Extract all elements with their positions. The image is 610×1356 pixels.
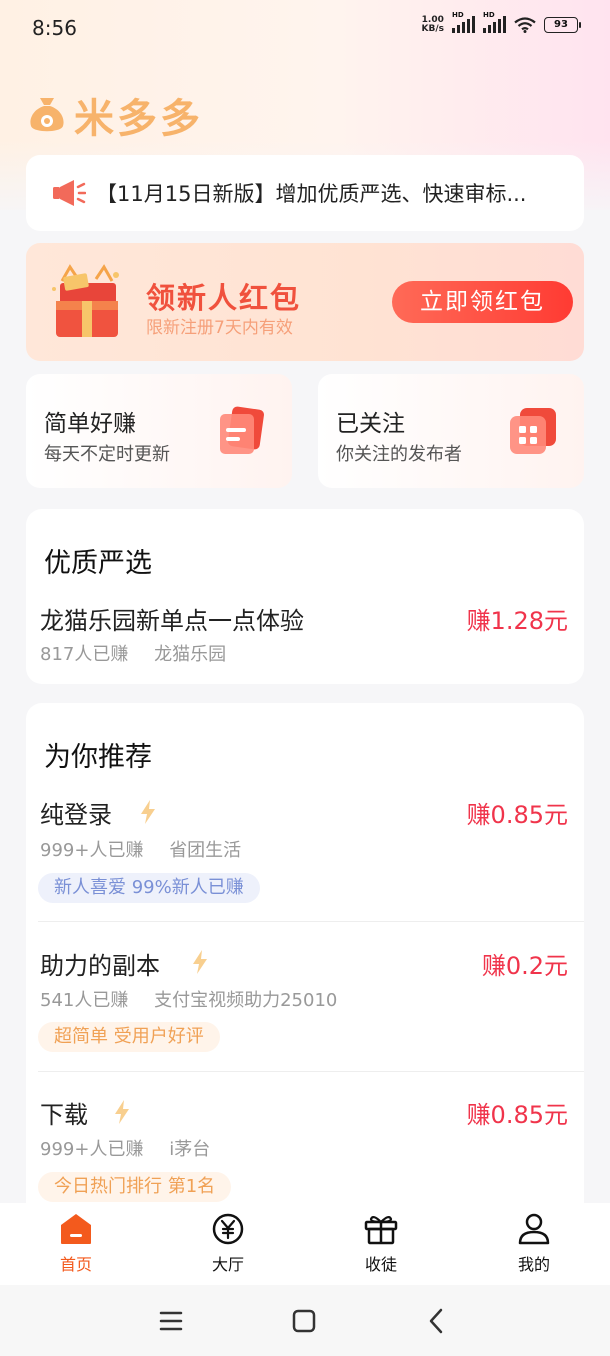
net-speed-unit: KB/s bbox=[421, 24, 444, 34]
home-square-icon[interactable] bbox=[284, 1303, 324, 1339]
lightning-icon bbox=[193, 950, 207, 974]
new-user-title: 领新人红包 bbox=[146, 281, 302, 315]
wifi-icon bbox=[514, 17, 536, 33]
divider bbox=[38, 921, 584, 922]
divider bbox=[38, 1071, 584, 1072]
tab-mine-label: 我的 bbox=[517, 1255, 550, 1274]
easy-earn-card[interactable]: 简单好赚 每天不定时更新 bbox=[26, 374, 292, 488]
task-meta: 999+人已赚 i茅台 bbox=[40, 1135, 230, 1161]
following-title: 已关注 bbox=[336, 411, 405, 437]
signal-sim2-icon: HD bbox=[483, 11, 506, 33]
recommend-section: 为你推荐 纯登录 赚0.85元 999+人已赚 省团生活 新人喜爱 99%新人已… bbox=[26, 703, 584, 1223]
app-brand: 米多多 bbox=[28, 86, 203, 144]
back-icon[interactable] bbox=[417, 1303, 457, 1339]
task-meta: 541人已赚 支付宝视频助力25010 bbox=[40, 986, 357, 1012]
tab-home[interactable]: 首页 bbox=[26, 1213, 126, 1279]
task-publisher: 支付宝视频助力25010 bbox=[154, 990, 338, 1011]
task-publisher: i茅台 bbox=[169, 1139, 211, 1160]
task-meta: 999+人已赚 省团生活 bbox=[40, 836, 261, 862]
app-name: 米多多 bbox=[74, 96, 203, 142]
bottom-tab-bar: 首页 大厅 收徒 我的 bbox=[0, 1203, 610, 1285]
tab-hall-label: 大厅 bbox=[211, 1255, 244, 1274]
premium-task-earned: 817人已赚 bbox=[40, 644, 129, 665]
notice-banner[interactable]: 【11月15日新版】增加优质严选、快速审标... bbox=[26, 155, 584, 231]
sim2-label: HD bbox=[483, 11, 495, 19]
claim-red-packet-button[interactable]: 立即领红包 bbox=[392, 281, 573, 323]
easy-earn-subtitle: 每天不定时更新 bbox=[44, 444, 170, 465]
menu-icon[interactable] bbox=[151, 1303, 191, 1339]
tab-home-label: 首页 bbox=[59, 1255, 92, 1274]
task-publisher: 省团生活 bbox=[169, 840, 242, 861]
tab-hall[interactable]: 大厅 bbox=[178, 1213, 278, 1279]
task-tag: 今日热门排行 第1名 bbox=[38, 1172, 232, 1202]
lightning-icon bbox=[115, 1100, 129, 1124]
new-user-banner[interactable]: 领新人红包 限新注册7天内有效 立即领红包 bbox=[26, 243, 584, 361]
task-title: 下载 bbox=[40, 1101, 88, 1129]
home-icon bbox=[61, 1214, 91, 1244]
status-icons: 1.00 KB/s HD HD 93 bbox=[422, 11, 581, 34]
system-nav-bar bbox=[0, 1285, 610, 1356]
task-reward: 赚0.85元 bbox=[466, 801, 568, 829]
task-title: 纯登录 bbox=[40, 801, 112, 829]
new-user-subtitle: 限新注册7天内有效 bbox=[146, 318, 293, 338]
status-bar: 8:56 1.00 KB/s HD HD 93 bbox=[0, 0, 610, 56]
notice-text: 【11月15日新版】增加优质严选、快速审标... bbox=[96, 182, 527, 206]
task-earned: 541人已赚 bbox=[40, 990, 129, 1011]
money-bag-icon bbox=[30, 98, 64, 132]
task-title: 助力的副本 bbox=[40, 952, 160, 980]
net-speed: 1.00 KB/s bbox=[422, 16, 444, 34]
task-tag: 超简单 受用户好评 bbox=[38, 1022, 220, 1052]
premium-task-publisher: 龙猫乐园 bbox=[154, 644, 227, 665]
yuan-coin-icon bbox=[212, 1213, 244, 1245]
user-icon bbox=[518, 1213, 550, 1245]
grid-icon bbox=[510, 408, 556, 454]
premium-task-reward: 赚1.28元 bbox=[466, 607, 568, 635]
tab-recruit[interactable]: 收徒 bbox=[331, 1213, 431, 1279]
easy-earn-title: 简单好赚 bbox=[44, 411, 136, 437]
premium-section: 优质严选 龙猫乐园新单点一点体验 赚1.28元 817人已赚 龙猫乐园 bbox=[26, 509, 584, 684]
battery-icon: 93 bbox=[544, 17, 581, 33]
premium-title: 优质严选 bbox=[44, 548, 152, 579]
signal-sim1-icon: HD bbox=[452, 11, 475, 33]
task-tag: 新人喜爱 99%新人已赚 bbox=[38, 873, 260, 903]
following-card[interactable]: 已关注 你关注的发布者 bbox=[318, 374, 584, 488]
task-reward: 赚0.85元 bbox=[466, 1101, 568, 1129]
task-reward: 赚0.2元 bbox=[481, 952, 568, 980]
doc-icon bbox=[220, 406, 264, 454]
lightning-icon bbox=[141, 800, 155, 824]
premium-task-title: 龙猫乐园新单点一点体验 bbox=[40, 607, 304, 635]
gift-icon bbox=[364, 1215, 398, 1245]
tab-mine[interactable]: 我的 bbox=[484, 1213, 584, 1279]
task-earned: 999+人已赚 bbox=[40, 840, 144, 861]
sim1-label: HD bbox=[452, 11, 464, 19]
premium-task-meta: 817人已赚 龙猫乐园 bbox=[40, 640, 246, 666]
megaphone-icon bbox=[53, 180, 86, 206]
recommend-title: 为你推荐 bbox=[44, 742, 152, 773]
tab-recruit-label: 收徒 bbox=[364, 1255, 397, 1274]
following-subtitle: 你关注的发布者 bbox=[336, 444, 462, 465]
battery-level: 93 bbox=[554, 19, 568, 30]
status-time: 8:56 bbox=[32, 16, 77, 40]
task-earned: 999+人已赚 bbox=[40, 1139, 144, 1160]
gift-box-icon bbox=[52, 264, 119, 337]
